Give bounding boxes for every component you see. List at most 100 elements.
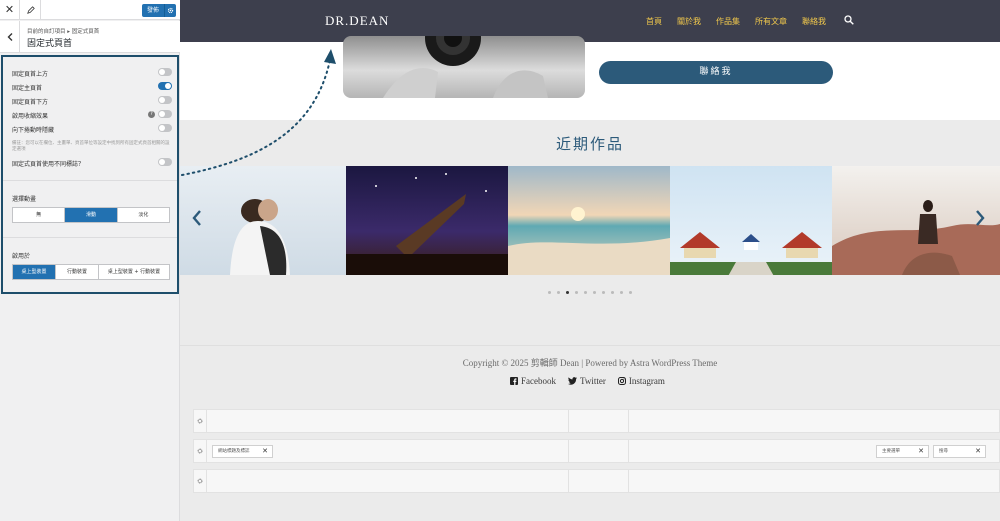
customizer-toolbar: ✕ 發佈: [0, 0, 180, 20]
toggle-row-below-header: 固定頁首下方: [12, 95, 172, 107]
carousel-dot[interactable]: [611, 291, 614, 294]
toggle-row-different-logo: 固定式頁首使用不同標誌？: [12, 157, 172, 169]
footer-builder: 網站標題及標誌 ✕ 主要選單 ✕ 搜尋 ✕: [193, 409, 1000, 495]
carousel-dot-active[interactable]: [566, 291, 569, 294]
carousel-dot[interactable]: [584, 291, 587, 294]
facebook-icon: [510, 377, 518, 385]
remove-icon[interactable]: ✕: [918, 446, 924, 457]
animation-selector: 無 滑動 淡化: [12, 207, 170, 223]
carousel-dot[interactable]: [548, 291, 551, 294]
builder-row-above[interactable]: [193, 409, 1000, 433]
builder-chip-search[interactable]: 搜尋 ✕: [933, 445, 986, 458]
carousel-slide-memorial-hall[interactable]: [670, 166, 832, 275]
shrink-effect-toggle[interactable]: [158, 110, 172, 118]
carousel-dot[interactable]: [620, 291, 623, 294]
row-settings-gear-icon[interactable]: [194, 470, 207, 492]
carousel-dot[interactable]: [557, 291, 560, 294]
animation-option-none[interactable]: 無: [13, 208, 66, 222]
toggle-row-shrink-effect: 啟用收縮效果 ?: [12, 109, 172, 121]
nav-item-about[interactable]: 關於我: [677, 16, 701, 27]
chip-label: 主要選單: [882, 449, 900, 454]
social-link-instagram[interactable]: Instagram: [617, 376, 665, 386]
builder-chip-primary-menu[interactable]: 主要選單 ✕: [876, 445, 929, 458]
hero-section: 聯絡我: [180, 36, 1000, 120]
builder-row-primary[interactable]: 網站標題及標誌 ✕ 主要選單 ✕ 搜尋 ✕: [193, 439, 1000, 463]
remove-icon[interactable]: ✕: [262, 446, 268, 457]
site-preview: DR.DEAN 首頁 關於我 作品集 所有文章 聯絡我 聯絡我 近期作品 Cop…: [180, 0, 1000, 521]
social-link-twitter[interactable]: Twitter: [568, 376, 606, 386]
recent-works-title: 近期作品: [555, 135, 624, 153]
settings-note: 備註：您可以在欄位、主畫單、頁首單位等設定中找到所有固定式頁首相關的設定選項: [12, 141, 170, 152]
builder-row-below[interactable]: [193, 469, 1000, 493]
social-label: Instagram: [628, 376, 665, 386]
contact-button[interactable]: 聯絡我: [599, 61, 833, 84]
different-logo-toggle[interactable]: [158, 158, 172, 166]
row-settings-gear-icon[interactable]: [194, 410, 207, 432]
builder-column[interactable]: [207, 410, 569, 432]
carousel-slide-beach[interactable]: [508, 166, 670, 275]
site-footer: Copyright © 2025 剪輯師 Dean | Powered by A…: [180, 345, 1000, 405]
close-icon[interactable]: ✕: [0, 0, 20, 20]
instagram-icon: [617, 377, 626, 385]
builder-column[interactable]: [207, 470, 569, 492]
builder-column[interactable]: [569, 410, 629, 432]
nav-item-portfolio[interactable]: 作品集: [716, 16, 740, 27]
enable-on-selector: 桌上型裝置 行動裝置 桌上型裝置 + 行動裝置: [12, 264, 170, 280]
social-label: Facebook: [521, 376, 556, 386]
toggle-label: 固定頁首上方: [12, 71, 49, 78]
primary-nav: 首頁 關於我 作品集 所有文章 聯絡我: [646, 16, 841, 27]
nav-item-all-posts[interactable]: 所有文章: [755, 16, 787, 27]
builder-column[interactable]: [569, 440, 629, 462]
toggle-row-primary-header: 固定主頁首: [12, 81, 172, 93]
sticky-header-settings-panel: 固定頁首上方 固定主頁首 固定頁首下方 啟用收縮效果 ? 向下捲動時隱藏 備註：…: [1, 55, 179, 294]
carousel-prev-chevron-icon[interactable]: [192, 210, 202, 231]
animation-option-fade[interactable]: 淡化: [118, 208, 169, 222]
enable-on-mobile[interactable]: 行動裝置: [56, 265, 99, 279]
toggle-row-above-header: 固定頁首上方: [12, 67, 172, 79]
carousel-slide-couple[interactable]: [180, 166, 346, 275]
copyright-text: Copyright © 2025 剪輯師 Dean | Powered by A…: [462, 358, 718, 368]
site-logo[interactable]: DR.DEAN: [325, 13, 389, 29]
toggle-label: 固定主頁首: [12, 85, 43, 92]
nav-item-home[interactable]: 首頁: [646, 16, 662, 27]
remove-icon[interactable]: ✕: [975, 446, 981, 457]
section-header: 目前的自訂項目 ▸ 固定式頁首 固定式頁首: [0, 21, 180, 53]
sticky-below-header-toggle[interactable]: [158, 96, 172, 104]
sticky-above-header-toggle[interactable]: [158, 68, 172, 76]
pencil-icon[interactable]: [21, 0, 41, 20]
social-label: Twitter: [580, 376, 606, 386]
carousel-next-chevron-icon[interactable]: [975, 210, 985, 231]
section-title: 固定式頁首: [27, 39, 73, 49]
customizer-sidebar: ✕ 發佈 目前的自訂項目 ▸ 固定式頁首 固定式頁首 固定頁首上方 固定主頁首: [0, 0, 180, 521]
customizer-screen: ✕ 發佈 目前的自訂項目 ▸ 固定式頁首 固定式頁首 固定頁首上方 固定主頁首: [0, 0, 1000, 521]
enable-on-desktop[interactable]: 桌上型裝置: [13, 265, 56, 279]
nav-item-contact[interactable]: 聯絡我: [802, 16, 826, 27]
carousel-dot[interactable]: [629, 291, 632, 294]
builder-chip-site-title[interactable]: 網站標題及標誌 ✕: [212, 445, 273, 458]
divider: [3, 237, 177, 238]
publish-settings-gear-icon[interactable]: [164, 4, 176, 17]
builder-column[interactable]: [569, 470, 629, 492]
toggle-row-hide-on-scroll: 向下捲動時隱藏: [12, 123, 172, 135]
search-icon[interactable]: [844, 15, 856, 27]
animation-option-slide[interactable]: 滑動: [65, 208, 118, 222]
carousel-dots: [548, 291, 638, 294]
toggle-label: 向下捲動時隱藏: [12, 127, 55, 134]
row-settings-gear-icon[interactable]: [194, 440, 207, 462]
social-link-facebook[interactable]: Facebook: [510, 376, 556, 386]
carousel-dot[interactable]: [602, 291, 605, 294]
publish-button[interactable]: 發佈: [142, 4, 164, 17]
hide-on-scroll-toggle[interactable]: [158, 124, 172, 132]
enable-on-desktop-and-mobile[interactable]: 桌上型裝置 + 行動裝置: [99, 265, 169, 279]
carousel-dot[interactable]: [575, 291, 578, 294]
sticky-primary-header-toggle[interactable]: [158, 82, 172, 90]
back-chevron-icon[interactable]: [0, 21, 20, 53]
carousel-dot[interactable]: [593, 291, 596, 294]
animation-title: 選擇動畫: [12, 196, 37, 203]
help-icon[interactable]: ?: [148, 111, 155, 118]
chip-label: 網站標題及標誌: [218, 449, 250, 454]
toggle-label: 啟用收縮效果: [12, 113, 49, 120]
site-header: DR.DEAN 首頁 關於我 作品集 所有文章 聯絡我: [180, 0, 1000, 42]
carousel-slide-boat-night[interactable]: [346, 166, 508, 275]
toggle-label: 固定頁首下方: [12, 99, 49, 106]
